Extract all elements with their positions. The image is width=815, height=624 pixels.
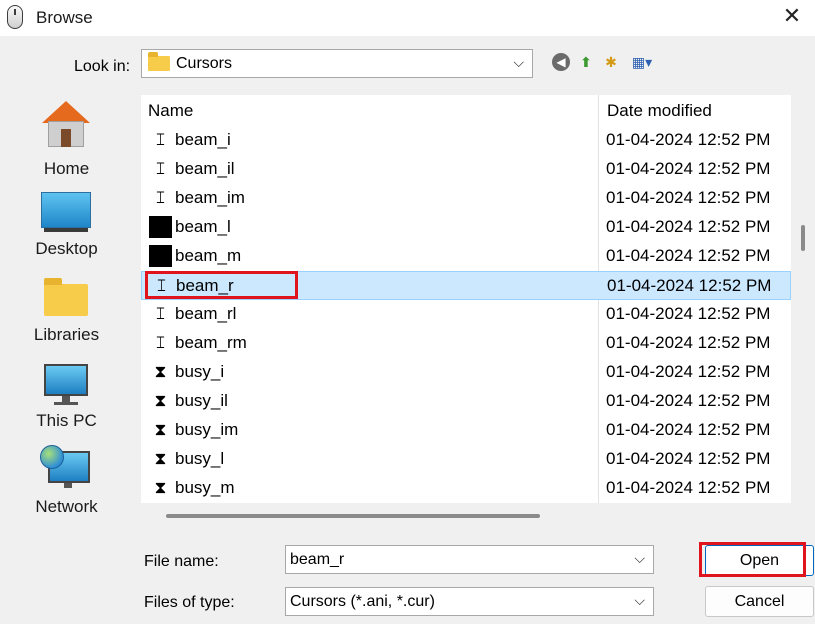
file-row[interactable]: ⧗ busy_il 01-04-2024 12:52 PM bbox=[141, 387, 791, 416]
place-label: Libraries bbox=[33, 325, 100, 344]
file-type-label: Files of type: bbox=[144, 594, 235, 611]
look-in-value: Cursors bbox=[176, 55, 233, 72]
chevron-down-icon: ⌵ bbox=[634, 592, 645, 608]
ibeam-cursor-icon: 𝙸 bbox=[154, 188, 167, 208]
libraries-icon bbox=[44, 278, 88, 316]
home-icon bbox=[42, 101, 90, 149]
place-libraries[interactable]: Libraries bbox=[0, 278, 133, 358]
title-bar: Browse ✕ bbox=[0, 0, 815, 36]
column-header-name[interactable]: Name bbox=[148, 101, 193, 121]
hourglass-cursor-icon: ⧗ bbox=[154, 362, 167, 382]
file-date: 01-04-2024 12:52 PM bbox=[606, 362, 771, 381]
place-label: Network bbox=[35, 497, 98, 516]
place-this-pc[interactable]: This PC bbox=[0, 364, 133, 444]
file-name: beam_l bbox=[175, 217, 231, 236]
folder-icon bbox=[148, 52, 170, 71]
cancel-button[interactable]: Cancel bbox=[705, 586, 814, 617]
column-header-date[interactable]: Date modified bbox=[607, 101, 712, 121]
file-name: beam_m bbox=[175, 246, 242, 265]
file-row[interactable]: 𝙸beam_i 01-04-2024 12:52 PM bbox=[141, 126, 791, 155]
ibeam-cursor-icon bbox=[149, 216, 172, 238]
file-rows: 𝙸beam_i 01-04-2024 12:52 PM 𝙸beam_il 01-04-… bbox=[141, 126, 791, 503]
file-row[interactable]: 𝙸beam_rl 01-04-2024 12:52 PM bbox=[141, 300, 791, 329]
file-date: 01-04-2024 12:52 PM bbox=[606, 478, 771, 497]
hourglass-cursor-icon: ⧗ bbox=[154, 478, 167, 498]
file-row[interactable]: 𝙸beam_rm 01-04-2024 12:52 PM bbox=[141, 329, 791, 358]
mouse-icon bbox=[7, 5, 23, 29]
file-date: 01-04-2024 12:52 PM bbox=[607, 276, 772, 295]
file-date: 01-04-2024 12:52 PM bbox=[606, 159, 771, 178]
file-list[interactable]: ⌃ Name Date modified 𝙸beam_i 01-04-2024 1… bbox=[141, 95, 791, 503]
file-date: 01-04-2024 12:52 PM bbox=[606, 420, 771, 439]
place-label: This PC bbox=[36, 411, 97, 430]
back-button[interactable]: ◀ bbox=[552, 53, 570, 71]
file-name-label: File name: bbox=[144, 553, 219, 570]
place-label: Desktop bbox=[35, 239, 98, 258]
place-desktop[interactable]: Desktop bbox=[0, 192, 133, 272]
file-row[interactable]: 𝙸beam_r 01-04-2024 12:52 PM bbox=[141, 271, 791, 300]
file-name: busy_l bbox=[175, 449, 225, 468]
sort-ascending-icon: ⌃ bbox=[364, 95, 375, 104]
place-label: Home bbox=[43, 159, 90, 178]
file-date: 01-04-2024 12:52 PM bbox=[606, 130, 771, 149]
file-date: 01-04-2024 12:52 PM bbox=[606, 391, 771, 410]
vertical-scrollbar[interactable] bbox=[801, 225, 805, 251]
file-name-input[interactable]: beam_r ⌵ bbox=[285, 545, 654, 574]
desktop-icon bbox=[41, 192, 91, 228]
file-row[interactable]: beam_m 01-04-2024 12:52 PM bbox=[141, 242, 791, 271]
window-title: Browse bbox=[36, 8, 93, 27]
file-row[interactable]: ⧗ busy_m 01-04-2024 12:52 PM bbox=[141, 474, 791, 503]
file-date: 01-04-2024 12:52 PM bbox=[606, 449, 771, 468]
file-date: 01-04-2024 12:52 PM bbox=[606, 333, 771, 352]
file-name: busy_i bbox=[175, 362, 225, 381]
view-menu-button[interactable]: ▦▾ bbox=[627, 53, 657, 71]
hourglass-cursor-icon: ⧗ bbox=[154, 449, 167, 469]
hourglass-cursor-icon: ⧗ bbox=[154, 420, 167, 440]
up-folder-button[interactable]: ⬆ bbox=[577, 53, 595, 71]
highlight-box-open bbox=[699, 542, 806, 577]
ibeam-cursor-icon: 𝙸 bbox=[154, 333, 167, 353]
file-row[interactable]: ⧗ busy_l 01-04-2024 12:52 PM bbox=[141, 445, 791, 474]
this-pc-icon bbox=[44, 364, 88, 396]
new-folder-button[interactable]: ✱ bbox=[602, 53, 620, 71]
file-name: beam_rm bbox=[175, 333, 247, 352]
ibeam-cursor-icon: 𝙸 bbox=[154, 304, 167, 324]
close-button[interactable]: ✕ bbox=[769, 0, 815, 34]
highlight-box-file bbox=[145, 271, 298, 299]
chevron-down-icon: ⌵ bbox=[513, 54, 524, 70]
list-header: ⌃ Name Date modified bbox=[141, 95, 791, 125]
file-date: 01-04-2024 12:52 PM bbox=[606, 188, 771, 207]
file-name: beam_i bbox=[175, 130, 231, 149]
file-name: busy_m bbox=[175, 478, 235, 497]
places-bar: Home Desktop Libraries This PC Network bbox=[0, 95, 133, 530]
file-row[interactable]: ⧗ busy_i 01-04-2024 12:52 PM bbox=[141, 358, 791, 387]
horizontal-scrollbar[interactable] bbox=[166, 514, 540, 518]
look-in-dropdown[interactable]: Cursors ⌵ bbox=[141, 49, 533, 78]
ibeam-cursor-icon bbox=[149, 245, 172, 267]
file-name-value: beam_r bbox=[290, 551, 345, 568]
navigation-toolbar: ◀ ⬆ ✱ ▦▾ bbox=[552, 51, 657, 73]
ibeam-cursor-icon: 𝙸 bbox=[154, 130, 167, 150]
file-name: busy_il bbox=[175, 391, 228, 410]
file-name: beam_im bbox=[175, 188, 245, 207]
file-row[interactable]: beam_l 01-04-2024 12:52 PM bbox=[141, 213, 791, 242]
file-name: busy_im bbox=[175, 420, 239, 439]
file-name: beam_il bbox=[175, 159, 235, 178]
file-type-dropdown[interactable]: Cursors (*.ani, *.cur) ⌵ bbox=[285, 587, 654, 616]
file-name: beam_rl bbox=[175, 304, 237, 323]
hourglass-cursor-icon: ⧗ bbox=[154, 391, 167, 411]
file-row[interactable]: 𝙸beam_il 01-04-2024 12:52 PM bbox=[141, 155, 791, 184]
file-row[interactable]: 𝙸beam_im 01-04-2024 12:52 PM bbox=[141, 184, 791, 213]
file-row[interactable]: ⧗ busy_im 01-04-2024 12:52 PM bbox=[141, 416, 791, 445]
look-in-label: Look in: bbox=[74, 58, 131, 75]
place-network[interactable]: Network bbox=[0, 445, 133, 525]
file-date: 01-04-2024 12:52 PM bbox=[606, 246, 771, 265]
file-type-value: Cursors (*.ani, *.cur) bbox=[290, 593, 435, 610]
place-home[interactable]: Home bbox=[0, 101, 133, 181]
file-date: 01-04-2024 12:52 PM bbox=[606, 304, 771, 323]
chevron-down-icon[interactable]: ⌵ bbox=[634, 550, 645, 567]
file-date: 01-04-2024 12:52 PM bbox=[606, 217, 771, 236]
ibeam-cursor-icon: 𝙸 bbox=[154, 159, 167, 179]
